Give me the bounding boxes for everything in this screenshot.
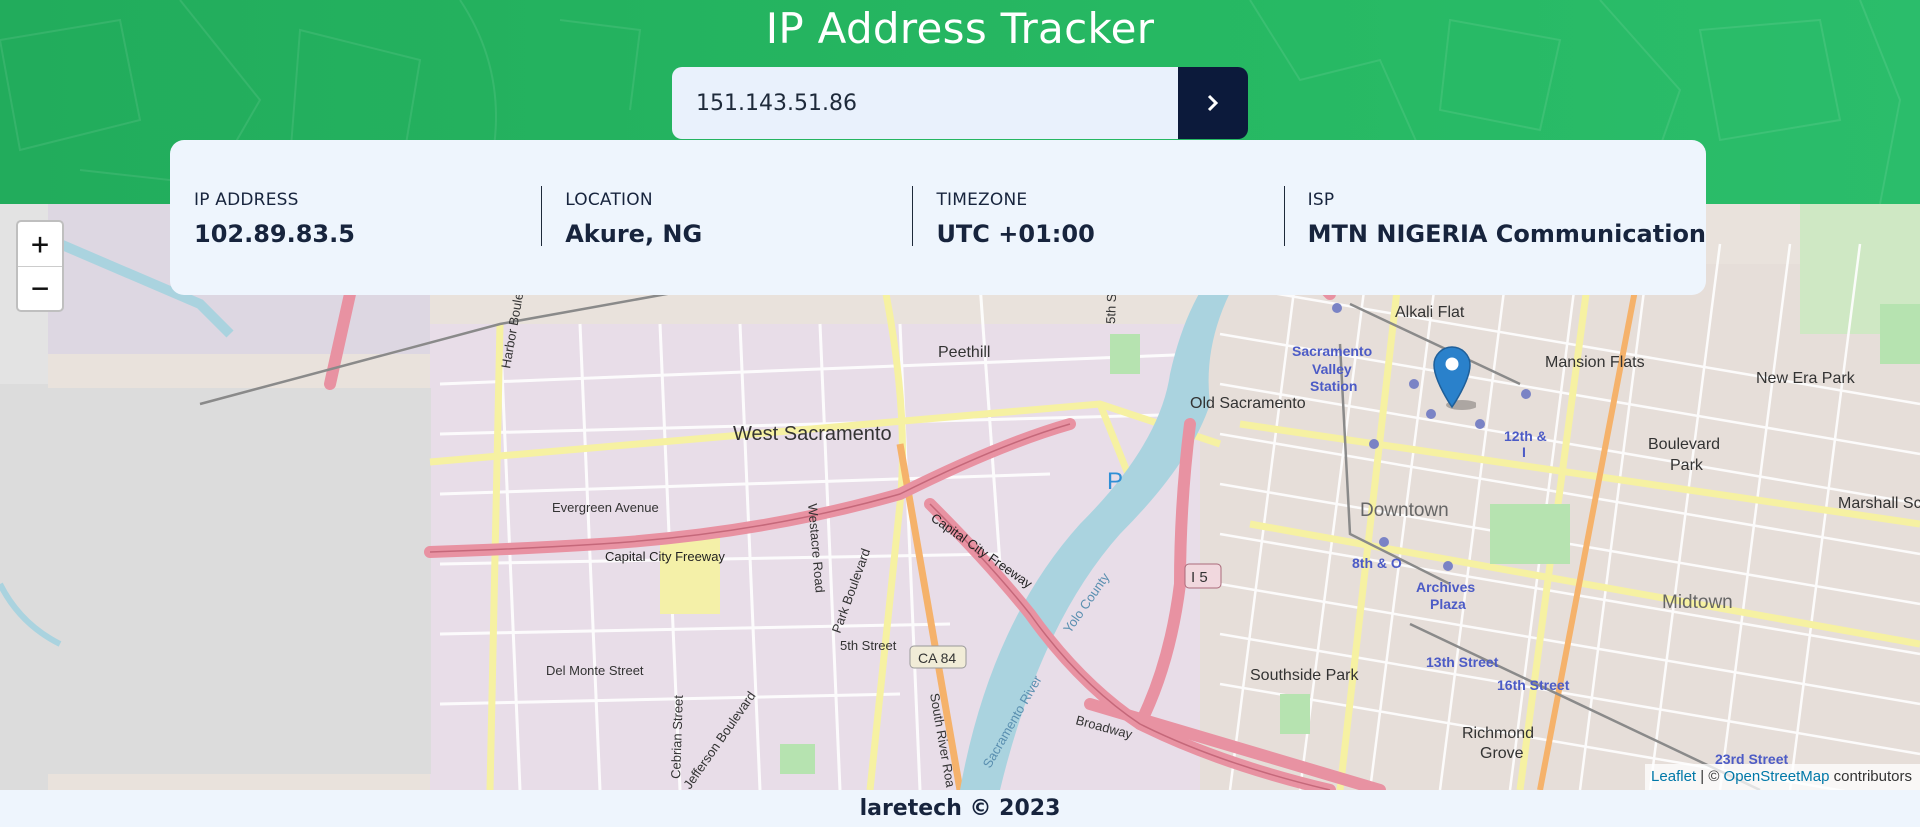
info-timezone: TIMEZONE UTC +01:00 [912, 186, 1283, 295]
map-label-evergreen-avenue: Evergreen Avenue [552, 500, 659, 515]
ip-info-panel: IP ADDRESS 102.89.83.5 LOCATION Akure, N… [170, 140, 1706, 295]
map-label-8th-o: 8th & O [1352, 555, 1402, 571]
map-label-13th-street: 13th Street [1426, 654, 1499, 670]
info-value: Akure, NG [565, 220, 703, 248]
zoom-out-button[interactable]: − [18, 266, 62, 310]
map-label-peethill: Peethill [938, 344, 990, 361]
chevron-right-icon [1207, 94, 1219, 112]
info-value: MTN NIGERIA Communication [1307, 220, 1707, 248]
map-label-marshall: Marshall Scho [1838, 495, 1920, 512]
map-zoom-control: + − [16, 220, 64, 312]
map-label-i5: I 5 [1191, 569, 1208, 586]
map-label-west-sacramento: West Sacramento [733, 423, 892, 445]
map-label-station-1: Sacramento [1292, 343, 1372, 359]
map-label-downtown: Downtown [1360, 500, 1449, 521]
info-value: UTC +01:00 [936, 220, 1095, 248]
map-label-southside-park: Southside Park [1250, 667, 1360, 684]
map-label-mansion-flats: Mansion Flats [1545, 354, 1645, 371]
map-label-5th-street-2: 5th Street [840, 638, 897, 653]
map-label-station-2: Valley [1312, 361, 1352, 377]
info-label: TIMEZONE [936, 190, 1028, 210]
map-label-new-era-park: New Era Park [1756, 370, 1856, 387]
map-label-park: Park [1670, 457, 1704, 474]
map-label-midtown: Midtown [1662, 592, 1733, 613]
info-label: LOCATION [565, 190, 653, 210]
search-submit-button[interactable] [1178, 67, 1248, 139]
map-label-archives: Archives [1416, 579, 1475, 595]
location-pin-icon[interactable] [1432, 345, 1476, 411]
map-label-plaza: Plaza [1430, 596, 1466, 612]
map-label-ca84: CA 84 [918, 650, 956, 666]
map-attribution: Leaflet | © OpenStreetMap contributors [1645, 764, 1920, 790]
map-label-grove: Grove [1480, 745, 1524, 762]
map-label-alkali-flat: Alkali Flat [1395, 304, 1465, 321]
map-label-16th-street: 16th Street [1497, 677, 1570, 693]
map-label-parking: P [1107, 468, 1123, 495]
map-label-station-3: Station [1310, 378, 1357, 394]
openstreetmap-link[interactable]: OpenStreetMap [1724, 768, 1830, 785]
info-location: LOCATION Akure, NG [541, 186, 912, 295]
attribution-suffix: contributors [1829, 768, 1912, 785]
info-isp: ISP MTN NIGERIA Communication [1283, 186, 1707, 295]
map-label-richmond: Richmond [1462, 725, 1534, 742]
map-label-old-sacramento: Old Sacramento [1190, 395, 1306, 412]
zoom-in-button[interactable]: + [18, 222, 62, 266]
ip-search-input[interactable] [672, 67, 1178, 139]
ip-search-form [672, 67, 1248, 139]
page-title: IP Address Tracker [765, 4, 1155, 53]
map-label-del-monte-street: Del Monte Street [546, 663, 644, 678]
map-label-capital-city-freeway: Capital City Freeway [605, 549, 725, 564]
info-ip-address: IP ADDRESS 102.89.83.5 [170, 186, 541, 295]
leaflet-link[interactable]: Leaflet [1651, 768, 1696, 785]
map-label-boulevard: Boulevard [1648, 436, 1720, 453]
map-label-cebrian-street: Cebrian Street [668, 694, 686, 779]
info-label: IP ADDRESS [194, 190, 299, 210]
info-value: 102.89.83.5 [194, 220, 355, 248]
map-label-12th-i-2: I [1522, 444, 1526, 460]
info-label: ISP [1307, 190, 1335, 210]
attribution-separator: | © [1696, 768, 1724, 785]
map-label-12th-i: 12th & [1504, 428, 1547, 444]
footer-credit: laretech © 2023 [0, 790, 1920, 827]
